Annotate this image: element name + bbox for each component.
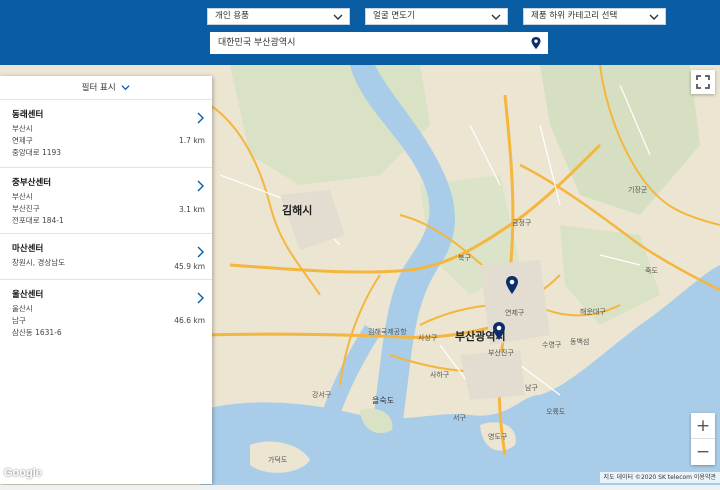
category-select-value: 개인 용품 <box>215 11 249 21</box>
zoom-in-button[interactable]: + <box>691 413 715 439</box>
map-label-geumjeong: 금정구 <box>512 219 532 227</box>
center-address-line: 남구 <box>12 316 26 325</box>
results-panel: 필터 표시 동래센터 부산시 연제구 중앙대로 1193 1.7 km 중부산센… <box>0 76 212 484</box>
result-item-masan[interactable]: 마산센터 창원시, 경상남도 45.9 km <box>0 234 212 280</box>
map-marker-jungbusan[interactable] <box>492 321 506 341</box>
zoom-controls: + − <box>691 413 715 465</box>
map-label-airport: 김해국제공항 <box>368 328 407 336</box>
center-distance: 3.1 km <box>179 205 205 214</box>
map-label-gijang: 기장군 <box>628 186 648 194</box>
subcategory-select-value: 제품 하위 카테고리 선택 <box>531 11 618 21</box>
chevron-right-icon[interactable] <box>196 180 204 192</box>
center-name: 마산센터 <box>12 244 44 254</box>
result-item-dongnae[interactable]: 동래센터 부산시 연제구 중앙대로 1193 1.7 km <box>0 100 212 168</box>
map-label-yeonje: 연제구 <box>505 309 525 317</box>
map-label-sasang: 사상구 <box>418 334 438 342</box>
map-label-eulsukdo: 을숙도 <box>372 396 395 405</box>
result-item-jungbusan[interactable]: 중부산센터 부산시 부산진구 전포대로 184-1 3.1 km <box>0 168 212 234</box>
center-address-line: 부산시 <box>12 124 33 133</box>
result-item-ulsan[interactable]: 울산센터 울산시 남구 삼산동 1631-6 46.6 km <box>0 280 212 346</box>
location-input-value: 대한민국 부산광역시 <box>218 38 296 48</box>
center-address-line: 중앙대로 1193 <box>12 148 62 157</box>
chevron-down-icon <box>121 85 130 91</box>
center-name: 울산센터 <box>12 290 44 300</box>
zoom-out-button[interactable]: − <box>691 439 715 465</box>
map-marker-dongnae[interactable] <box>505 275 519 295</box>
center-address-line: 부산진구 <box>12 204 40 213</box>
header-bar: 개인 용품 얼굴 면도기 제품 하위 카테고리 선택 대한민국 부산광역시 <box>0 0 720 65</box>
map-label-dongbaek: 동백섬 <box>570 338 590 346</box>
chevron-right-icon[interactable] <box>196 246 204 258</box>
chevron-right-icon[interactable] <box>196 292 204 304</box>
fullscreen-icon <box>696 75 710 89</box>
map-label-saha: 사하구 <box>430 371 450 379</box>
map-label-suyeong: 수영구 <box>542 341 562 349</box>
map-label-seo: 서구 <box>453 414 466 422</box>
fullscreen-button[interactable] <box>691 70 715 94</box>
map-label-yeongdo: 영도구 <box>488 433 508 441</box>
map-label-nam: 남구 <box>525 384 538 392</box>
chevron-down-icon <box>491 14 501 20</box>
location-input[interactable]: 대한민국 부산광역시 <box>210 32 548 54</box>
center-address-line: 전포대로 184-1 <box>12 216 64 225</box>
map-label-gimhae: 김해시 <box>282 204 313 217</box>
chevron-down-icon <box>649 14 659 20</box>
map-label-busanjin: 부산진구 <box>488 349 514 357</box>
google-logo: Google <box>4 467 42 479</box>
map-label-haeundae: 해운대구 <box>580 308 606 316</box>
center-name: 동래센터 <box>12 110 44 120</box>
map-label-buk: 북구 <box>458 254 471 262</box>
category-select[interactable]: 개인 용품 <box>207 8 350 25</box>
map-label-gangseo: 강서구 <box>312 391 332 399</box>
subcategory-select[interactable]: 제품 하위 카테고리 선택 <box>523 8 666 25</box>
center-distance: 45.9 km <box>174 262 205 271</box>
product-select[interactable]: 얼굴 면도기 <box>365 8 508 25</box>
map-label-oryukdo: 오륙도 <box>546 408 566 416</box>
bottom-strip <box>0 485 720 490</box>
map-attribution[interactable]: 지도 데이터 ©2020 SK telecom 이용약관 <box>599 472 720 483</box>
filter-toggle[interactable]: 필터 표시 <box>0 76 212 100</box>
center-address-line: 울산시 <box>12 304 33 313</box>
filter-label: 필터 표시 <box>81 83 116 93</box>
center-distance: 1.7 km <box>179 136 205 145</box>
chevron-down-icon <box>333 14 343 20</box>
center-address-line: 연제구 <box>12 136 33 145</box>
location-pin-icon[interactable] <box>530 36 542 50</box>
center-address-line: 창원시, 경상남도 <box>12 258 66 267</box>
map-label-gadeokdo: 가덕도 <box>268 456 288 464</box>
map-label-jukdo: 죽도 <box>645 267 658 275</box>
product-select-value: 얼굴 면도기 <box>373 11 415 21</box>
center-distance: 46.6 km <box>174 316 205 325</box>
chevron-right-icon[interactable] <box>196 112 204 124</box>
center-name: 중부산센터 <box>12 178 52 188</box>
center-address-line: 삼산동 1631-6 <box>12 328 62 337</box>
center-address-line: 부산시 <box>12 192 33 201</box>
